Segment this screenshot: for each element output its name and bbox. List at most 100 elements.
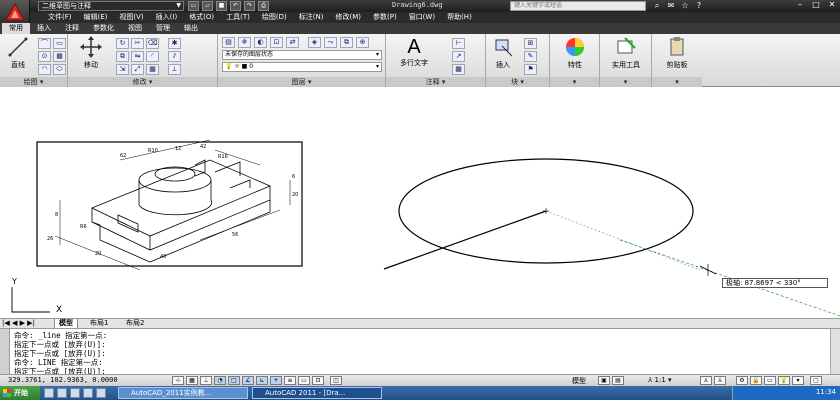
close-icon[interactable]: ✕	[824, 0, 840, 11]
osnap-toggle[interactable]: □	[228, 376, 240, 385]
tab-insert[interactable]: 插入	[30, 23, 58, 34]
save-icon[interactable]: ■	[216, 1, 227, 11]
menu-edit[interactable]: 编辑(E)	[78, 12, 114, 23]
menu-dimension[interactable]: 标注(N)	[293, 12, 330, 23]
copy-icon[interactable]: ⧉	[116, 51, 129, 62]
tab-output[interactable]: 输出	[177, 23, 205, 34]
properties-button[interactable]: 特性	[555, 36, 595, 70]
taskbar-item-active[interactable]: AutoCAD 2011 - [Dra...	[252, 387, 382, 399]
undo-icon[interactable]: ↶	[230, 1, 241, 11]
menu-help[interactable]: 帮助(H)	[441, 12, 478, 23]
open-file-icon[interactable]: ▱	[202, 1, 213, 11]
search-icon[interactable]: ⌕	[652, 1, 662, 11]
layer-match-icon[interactable]: ⇄	[286, 37, 299, 48]
sc-toggle[interactable]: ⊡	[312, 376, 324, 385]
polyline-icon[interactable]: ⌒	[38, 38, 51, 49]
isolate-objects-icon[interactable]: 💡	[778, 376, 790, 385]
lineweight-toggle[interactable]: ≡	[284, 376, 296, 385]
menu-view[interactable]: 视图(V)	[113, 12, 149, 23]
model-space-toggle[interactable]: ◫	[330, 376, 342, 385]
edit-block-icon[interactable]: ✎	[524, 51, 537, 62]
array-icon[interactable]: ▦	[146, 64, 159, 75]
tab-home[interactable]: 常用	[2, 23, 30, 34]
drawn-line[interactable]	[383, 210, 547, 270]
hardware-accel-icon[interactable]: ▭	[764, 376, 776, 385]
hatch-icon[interactable]: ▦	[53, 51, 66, 62]
ortho-toggle[interactable]: ⊥	[200, 376, 212, 385]
leader-icon[interactable]: ↗	[452, 51, 465, 62]
menu-tools[interactable]: 工具(T)	[220, 12, 256, 23]
layer-lock-icon[interactable]: ⊡	[270, 37, 283, 48]
annotation-scale[interactable]: ⅄ 1:1 ▾	[648, 376, 672, 384]
snap-toggle[interactable]: ⊹	[172, 376, 184, 385]
clipboard-panel-expander[interactable]: ▾	[652, 77, 702, 87]
favorites-icon[interactable]: ☆	[680, 1, 690, 11]
tab-manage[interactable]: 管理	[149, 23, 177, 34]
menu-insert[interactable]: 插入(I)	[150, 12, 184, 23]
draw-panel-label[interactable]: 绘图 ▾	[0, 77, 67, 87]
mirror-icon[interactable]: ⇋	[131, 51, 144, 62]
annotation-panel-label[interactable]: 注释 ▾	[386, 77, 485, 87]
circle-icon[interactable]: ⊙	[38, 51, 51, 62]
toolbar-lock-icon[interactable]: 🔒	[750, 376, 762, 385]
command-window[interactable]: 命令: _line 指定第一点: 指定下一点或 [放弃(U)]: 指定下一点或 …	[0, 328, 840, 376]
command-scrollbar[interactable]	[830, 329, 840, 375]
folder-icon[interactable]	[70, 388, 80, 398]
start-button[interactable]: 开始	[0, 386, 40, 400]
layer-isolate-icon[interactable]: ◈	[308, 37, 321, 48]
drawing-quickview-icon[interactable]: ▤	[612, 376, 624, 385]
offset-icon[interactable]: ⫽	[168, 51, 181, 62]
workspace-switch-icon[interactable]: ⚙	[736, 376, 748, 385]
auto-scale-icon[interactable]: ⅄	[714, 376, 726, 385]
mtext-button[interactable]: A 多行文字	[394, 36, 434, 68]
layer-freeze-icon[interactable]: ❄	[238, 37, 251, 48]
fillet-icon[interactable]: ◜	[146, 51, 159, 62]
layer-off-icon[interactable]: ◐	[254, 37, 267, 48]
ellipse-icon[interactable]: ⬭	[53, 64, 66, 75]
properties-panel-expander[interactable]: ▾	[550, 77, 599, 87]
explode-icon[interactable]: ✱	[168, 38, 181, 49]
tab-parametric[interactable]: 参数化	[86, 23, 121, 34]
clean-screen-icon[interactable]: ▢	[810, 376, 822, 385]
workspace-selector[interactable]: 二维草图与注释 ▼	[38, 1, 184, 11]
menu-format[interactable]: 格式(O)	[183, 12, 220, 23]
table-icon[interactable]: ▦	[452, 64, 465, 75]
rectangle-icon[interactable]: ▭	[53, 38, 66, 49]
menu-window[interactable]: 窗口(W)	[403, 12, 441, 23]
app-icon[interactable]	[96, 388, 106, 398]
insert-button[interactable]: 插入	[488, 36, 518, 70]
scale-icon[interactable]: ⤢	[131, 64, 144, 75]
new-file-icon[interactable]: ▭	[188, 1, 199, 11]
polar-toggle[interactable]: ◔	[214, 376, 226, 385]
stretch-icon[interactable]: ⇲	[116, 64, 129, 75]
rotate-icon[interactable]: ↻	[116, 38, 129, 49]
line-button[interactable]: 直线	[4, 36, 32, 70]
erase-icon[interactable]: ⌫	[146, 38, 159, 49]
layers-panel-label[interactable]: 图层 ▾	[218, 77, 385, 87]
menu-modify[interactable]: 修改(M)	[329, 12, 367, 23]
layer-state-select[interactable]: 未保存的图层状态 ▾	[222, 50, 382, 60]
menu-parametric[interactable]: 参数(P)	[367, 12, 403, 23]
dyn-toggle[interactable]: +	[270, 376, 282, 385]
arc-icon[interactable]: ◠	[38, 64, 51, 75]
move-button[interactable]: 移动	[76, 36, 106, 70]
menu-file[interactable]: 文件(F)	[42, 12, 78, 23]
grid-toggle[interactable]: ▦	[186, 376, 198, 385]
layer-properties-icon[interactable]: ▤	[222, 37, 235, 48]
plot-icon[interactable]: ⎙	[258, 1, 269, 11]
otrack-toggle[interactable]: ∠	[242, 376, 254, 385]
tab-annotate[interactable]: 注释	[58, 23, 86, 34]
utilities-button[interactable]: 实用工具	[603, 36, 649, 70]
tab-layout2[interactable]: 布局2	[122, 319, 148, 328]
tab-view[interactable]: 视图	[121, 23, 149, 34]
browser-icon[interactable]	[44, 388, 54, 398]
taskbar-item[interactable]: AutoCAD_2011实例教...	[118, 387, 248, 399]
tab-layout1[interactable]: 布局1	[86, 319, 112, 328]
extend-icon[interactable]: ⟂	[168, 64, 181, 75]
annotation-visibility-icon[interactable]: ⅄	[700, 376, 712, 385]
help-icon[interactable]: ?	[694, 1, 704, 11]
communication-icon[interactable]: ✉	[666, 1, 676, 11]
block-panel-label[interactable]: 块 ▾	[486, 77, 549, 87]
desktop-icon[interactable]	[83, 388, 93, 398]
redo-icon[interactable]: ↷	[244, 1, 255, 11]
